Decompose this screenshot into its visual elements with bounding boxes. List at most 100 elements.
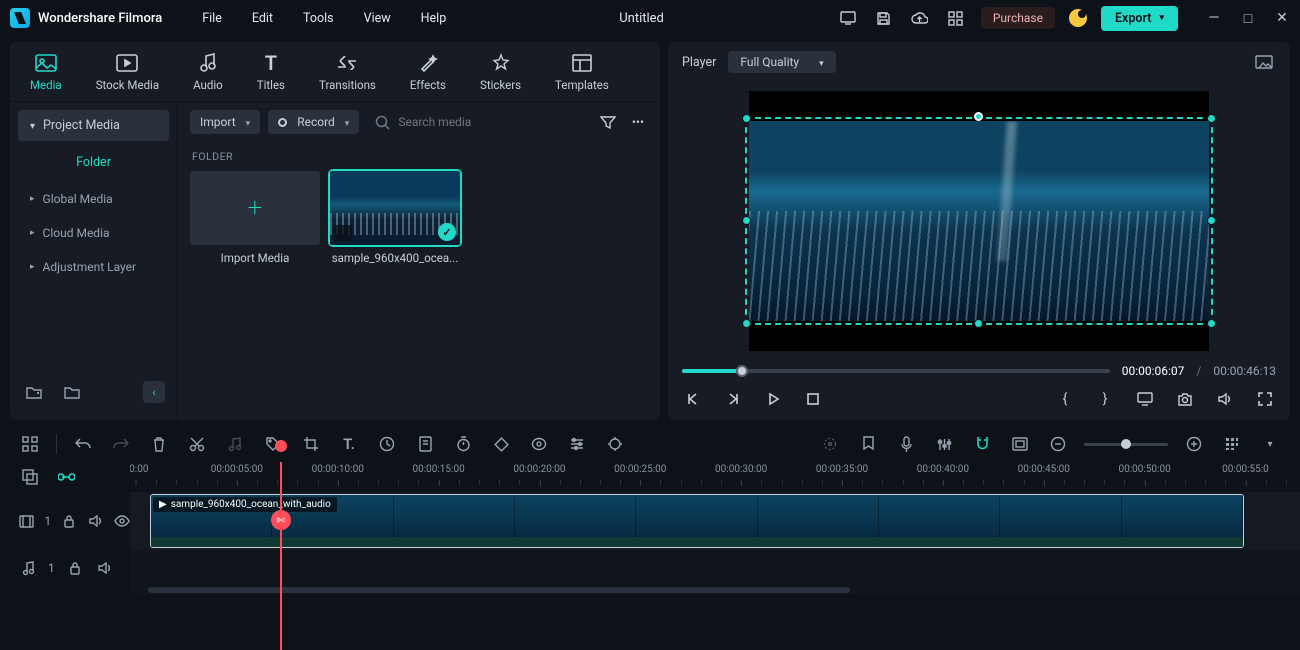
frame-icon[interactable] bbox=[1008, 432, 1032, 456]
lock-icon[interactable] bbox=[65, 558, 85, 578]
lock-icon[interactable] bbox=[61, 511, 77, 531]
import-dropdown[interactable]: Import bbox=[190, 110, 260, 134]
mute-icon[interactable] bbox=[95, 558, 115, 578]
minimize-button[interactable]: ― bbox=[1206, 10, 1222, 27]
handle-icon[interactable] bbox=[742, 319, 751, 328]
selection-box[interactable] bbox=[745, 117, 1213, 325]
cut-icon[interactable] bbox=[185, 432, 209, 456]
mic-icon[interactable] bbox=[894, 432, 918, 456]
handle-icon[interactable] bbox=[974, 319, 983, 328]
marker-icon[interactable] bbox=[856, 432, 880, 456]
enhance-icon[interactable] bbox=[603, 432, 627, 456]
more-icon[interactable]: ••• bbox=[628, 115, 648, 129]
record-dropdown[interactable]: Record bbox=[268, 110, 359, 134]
track-manager-icon[interactable] bbox=[18, 465, 42, 489]
menu-file[interactable]: File bbox=[202, 11, 222, 26]
timeline-scrollbar[interactable] bbox=[130, 586, 1300, 594]
zoom-slider[interactable] bbox=[1084, 443, 1168, 446]
magnet-icon[interactable] bbox=[970, 432, 994, 456]
fullscreen-icon[interactable] bbox=[1254, 388, 1276, 410]
redo-icon[interactable] bbox=[109, 432, 133, 456]
mute-icon[interactable] bbox=[87, 511, 103, 531]
camera-icon[interactable] bbox=[1174, 388, 1196, 410]
tab-audio[interactable]: Audio bbox=[193, 52, 223, 92]
handle-icon[interactable] bbox=[1207, 216, 1216, 225]
music-cut-icon[interactable] bbox=[223, 432, 247, 456]
tab-transitions[interactable]: Transitions bbox=[319, 52, 376, 92]
audio-track-icon[interactable] bbox=[18, 558, 38, 578]
sidebar-item-adjustment-layer[interactable]: Adjustment Layer bbox=[18, 252, 169, 282]
crop-icon[interactable] bbox=[299, 432, 323, 456]
menu-tools[interactable]: Tools bbox=[303, 11, 334, 26]
link-icon[interactable] bbox=[54, 465, 78, 489]
adjust-icon[interactable] bbox=[565, 432, 589, 456]
folder-icon[interactable] bbox=[60, 380, 84, 404]
tag-icon[interactable] bbox=[261, 432, 285, 456]
mixer-icon[interactable] bbox=[932, 432, 956, 456]
brace-close-icon[interactable]: } bbox=[1094, 388, 1116, 410]
tab-effects[interactable]: Effects bbox=[410, 52, 446, 92]
media-clip-tile[interactable]: ✓ sample_960x400_ocea... bbox=[330, 171, 460, 265]
brace-open-icon[interactable]: { bbox=[1054, 388, 1076, 410]
tab-titles[interactable]: TTitles bbox=[257, 52, 285, 92]
layout-icon[interactable] bbox=[18, 432, 42, 456]
stop-button[interactable] bbox=[802, 388, 824, 410]
scroll-thumb[interactable] bbox=[148, 587, 850, 593]
timer-icon[interactable] bbox=[451, 432, 475, 456]
cloud-icon[interactable] bbox=[909, 7, 931, 29]
menu-view[interactable]: View bbox=[364, 11, 391, 26]
menu-edit[interactable]: Edit bbox=[252, 11, 273, 26]
tab-stickers[interactable]: Stickers bbox=[480, 52, 521, 92]
timeline-clip[interactable]: ▶sample_960x400_ocean_with_audio bbox=[150, 494, 1244, 548]
video-track[interactable]: ▶sample_960x400_ocean_with_audio bbox=[130, 492, 1300, 550]
player-canvas[interactable] bbox=[668, 82, 1290, 360]
timeline-ruler[interactable]: 00:0000:00:05:0000:00:10:0000:00:15:0000… bbox=[130, 462, 1300, 492]
delete-icon[interactable] bbox=[147, 432, 171, 456]
tab-templates[interactable]: Templates bbox=[555, 52, 609, 92]
sidebar-item-global-media[interactable]: Global Media bbox=[18, 184, 169, 214]
progress-knob-icon[interactable] bbox=[736, 365, 748, 377]
handle-icon[interactable] bbox=[742, 114, 751, 123]
sidebar-folder[interactable]: Folder bbox=[18, 145, 169, 180]
handle-icon[interactable] bbox=[742, 216, 751, 225]
text-icon[interactable]: T. bbox=[337, 432, 361, 456]
speed-icon[interactable] bbox=[375, 432, 399, 456]
close-button[interactable]: ✕ bbox=[1274, 10, 1290, 27]
save-icon[interactable] bbox=[873, 7, 895, 29]
chevron-down-icon[interactable]: ▾ bbox=[1258, 432, 1282, 456]
next-frame-button[interactable] bbox=[722, 388, 744, 410]
audio-track[interactable] bbox=[130, 550, 1300, 586]
apps-icon[interactable] bbox=[945, 7, 967, 29]
grid-view-icon[interactable] bbox=[1220, 432, 1244, 456]
sidebar-item-cloud-media[interactable]: Cloud Media bbox=[18, 218, 169, 248]
color-icon[interactable] bbox=[413, 432, 437, 456]
display-icon[interactable] bbox=[1134, 388, 1156, 410]
search-input[interactable] bbox=[398, 115, 518, 129]
handle-icon[interactable] bbox=[974, 112, 983, 121]
menu-help[interactable]: Help bbox=[421, 11, 447, 26]
snapshot-icon[interactable] bbox=[1252, 50, 1276, 74]
tab-media[interactable]: Media bbox=[30, 52, 62, 92]
progress-bar[interactable] bbox=[682, 369, 1110, 373]
mask-icon[interactable] bbox=[527, 432, 551, 456]
handle-icon[interactable] bbox=[1207, 319, 1216, 328]
handle-icon[interactable] bbox=[1207, 114, 1216, 123]
zoom-knob-icon[interactable] bbox=[1121, 439, 1131, 449]
import-media-tile[interactable]: + Import Media bbox=[190, 171, 320, 265]
undo-icon[interactable] bbox=[71, 432, 95, 456]
new-folder-icon[interactable] bbox=[22, 380, 46, 404]
sidebar-project-media[interactable]: Project Media bbox=[18, 110, 169, 141]
target-icon[interactable] bbox=[818, 432, 842, 456]
volume-icon[interactable] bbox=[1214, 388, 1236, 410]
quality-dropdown[interactable]: Full Quality bbox=[728, 51, 835, 73]
sidebar-collapse-button[interactable]: ‹ bbox=[143, 381, 165, 403]
prev-frame-button[interactable] bbox=[682, 388, 704, 410]
zoom-in-icon[interactable] bbox=[1182, 432, 1206, 456]
keyframe-icon[interactable] bbox=[489, 432, 513, 456]
purchase-button[interactable]: Purchase bbox=[981, 7, 1055, 29]
theme-icon[interactable] bbox=[1069, 9, 1087, 27]
zoom-out-icon[interactable] bbox=[1046, 432, 1070, 456]
play-button[interactable] bbox=[762, 388, 784, 410]
filter-icon[interactable] bbox=[596, 115, 620, 129]
device-icon[interactable] bbox=[837, 7, 859, 29]
